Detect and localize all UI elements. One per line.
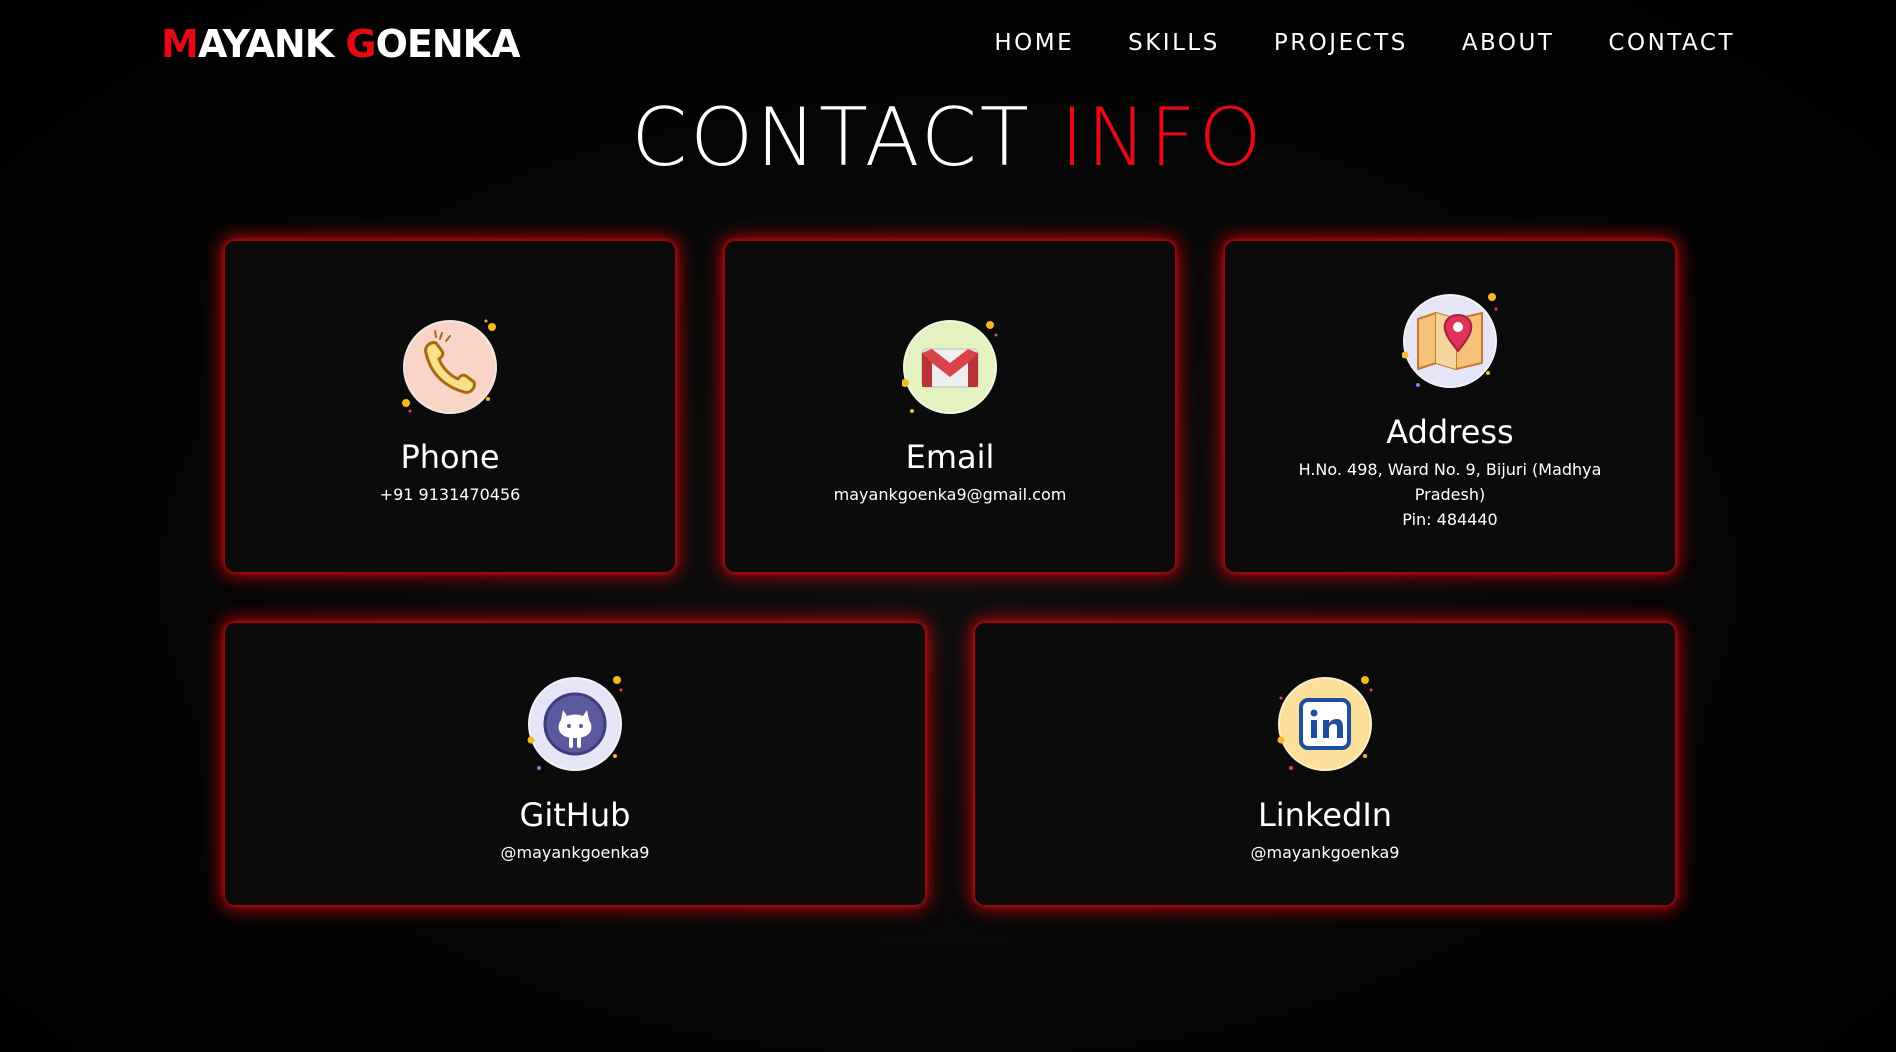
phone-icon: [402, 319, 497, 414]
address-card-line2[interactable]: Pin: 484440: [1225, 507, 1675, 532]
page-title-info: INFO: [1060, 91, 1265, 184]
email-card[interactable]: Email mayankgoenka9@gmail.com: [725, 241, 1175, 572]
linkedin-card-value[interactable]: @mayankgoenka9: [975, 840, 1675, 865]
github-card-title: GitHub: [519, 796, 631, 834]
site-header: MAYANK GOENKA HOME SKILLS PROJECTS ABOUT…: [0, 0, 1896, 86]
brand-last-name: OENKA: [375, 22, 521, 66]
email-card-title: Email: [905, 438, 995, 476]
nav-home[interactable]: HOME: [994, 26, 1074, 60]
phone-card[interactable]: Phone +91 9131470456: [225, 241, 675, 572]
address-card-title: Address: [1386, 413, 1514, 451]
email-card-value[interactable]: mayankgoenka9@gmail.com: [725, 482, 1175, 507]
gmail-icon: [902, 320, 998, 414]
map-pin-icon: [1402, 293, 1498, 388]
brand-logo[interactable]: MAYANK GOENKA: [161, 20, 520, 68]
page-title-contact: CONTACT: [631, 91, 1061, 184]
phone-card-value[interactable]: +91 9131470456: [225, 482, 675, 507]
phone-card-title: Phone: [400, 438, 500, 476]
address-card-line1[interactable]: H.No. 498, Ward No. 9, Bijuri (Madhya Pr…: [1225, 457, 1675, 507]
linkedin-card[interactable]: LinkedIn @mayankgoenka9: [975, 623, 1675, 905]
nav-projects[interactable]: PROJECTS: [1274, 26, 1408, 60]
main-nav: HOME SKILLS PROJECTS ABOUT CONTACT: [940, 26, 1735, 60]
brand-first-name: AYANK: [197, 22, 346, 66]
page-title: CONTACT INFO: [0, 92, 1896, 184]
github-card[interactable]: GitHub @mayankgoenka9: [225, 623, 925, 905]
brand-initial-m: M: [161, 22, 199, 66]
brand-initial-g: G: [345, 22, 376, 66]
address-card[interactable]: Address H.No. 498, Ward No. 9, Bijuri (M…: [1225, 241, 1675, 572]
github-icon: [527, 676, 623, 771]
nav-about[interactable]: ABOUT: [1462, 26, 1555, 60]
nav-contact[interactable]: CONTACT: [1608, 26, 1735, 60]
github-card-value[interactable]: @mayankgoenka9: [225, 840, 925, 865]
linkedin-card-title: LinkedIn: [1257, 796, 1393, 834]
linkedin-icon: [1277, 676, 1373, 771]
nav-skills[interactable]: SKILLS: [1128, 26, 1220, 60]
contact-page: MAYANK GOENKA HOME SKILLS PROJECTS ABOUT…: [0, 0, 1896, 1052]
